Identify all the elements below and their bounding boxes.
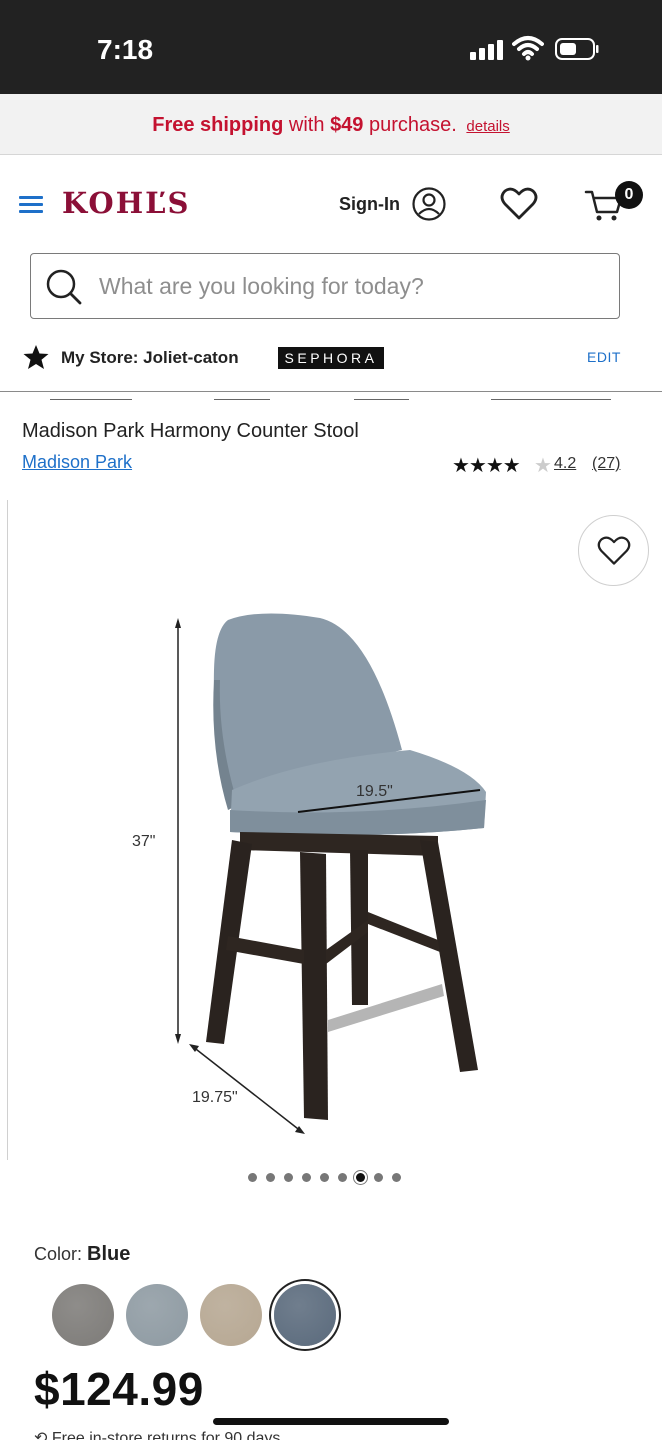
color-swatch-light-blue[interactable]: [126, 1284, 188, 1346]
breadcrumb-item[interactable]: [354, 392, 409, 400]
returns-info: ⟲ Free in-store returns for 90 days: [34, 1428, 280, 1440]
promo-free-shipping: Free shipping: [152, 114, 284, 136]
gallery-dot[interactable]: [392, 1173, 401, 1182]
review-count[interactable]: (27): [592, 455, 620, 473]
wifi-icon: [512, 36, 544, 61]
gallery-dot[interactable]: [374, 1173, 383, 1182]
search-input[interactable]: [99, 266, 599, 306]
star-icon: [23, 345, 49, 369]
gallery-dot[interactable]: [320, 1173, 329, 1182]
returns-text: Free in-store returns for 90 days: [51, 1430, 281, 1440]
menu-icon[interactable]: [19, 196, 43, 214]
returns-icon: ⟲: [34, 1430, 52, 1440]
brand-link[interactable]: Madison Park: [22, 452, 132, 473]
site-header: KOHĽS Sign-In 0: [0, 156, 662, 252]
gallery-dot[interactable]: [248, 1173, 257, 1182]
depth-dimension: 19.75": [192, 1089, 238, 1106]
color-swatch-blue[interactable]: [274, 1284, 336, 1346]
store-edit-link[interactable]: EDIT: [587, 349, 621, 365]
color-swatch-tan[interactable]: [200, 1284, 262, 1346]
product-title: Madison Park Harmony Counter Stool: [22, 420, 359, 442]
product-rating[interactable]: ★★★★ ★ 4.2 (27): [452, 453, 642, 477]
battery-icon: [555, 38, 599, 60]
promo-purchase: purchase.: [369, 114, 457, 136]
rating-stars: ★★★★: [452, 455, 521, 477]
gallery-dot-active[interactable]: [356, 1173, 365, 1182]
gallery-frame: [0, 500, 8, 1160]
seat-width-dimension: 19.5": [356, 783, 393, 800]
breadcrumb-item[interactable]: [50, 392, 132, 400]
sephora-logo[interactable]: SEPHORA: [278, 347, 384, 369]
gallery-dot[interactable]: [302, 1173, 311, 1182]
status-time: 7:18: [97, 34, 154, 65]
promo-banner: Free shipping with $49 purchase. details: [0, 94, 662, 155]
color-label-text: Color:: [34, 1244, 83, 1264]
breadcrumb: [0, 392, 662, 400]
color-label: Color: Blue: [34, 1243, 130, 1266]
wishlist-heart-icon[interactable]: [500, 187, 538, 221]
promo-details-link[interactable]: details: [466, 118, 509, 135]
product-price: $124.99: [34, 1363, 204, 1415]
gallery-dot[interactable]: [266, 1173, 275, 1182]
rating-star-empty: ★: [534, 455, 552, 477]
heart-icon: [597, 536, 631, 565]
add-to-wishlist-button[interactable]: [578, 515, 649, 586]
product-image[interactable]: 37" 19.5" 19.75": [120, 600, 540, 1140]
signal-icon: [470, 40, 504, 60]
gallery-dot[interactable]: [284, 1173, 293, 1182]
sign-in-link[interactable]: Sign-In: [339, 194, 400, 215]
store-row: My Store: Joliet-caton SEPHORA EDIT: [0, 330, 662, 392]
promo-with: with: [288, 114, 325, 136]
gallery-pagination: [248, 1173, 408, 1183]
cart-count-badge: 0: [615, 181, 643, 209]
rating-value[interactable]: 4.2: [554, 455, 576, 473]
color-swatch-gray[interactable]: [52, 1284, 114, 1346]
breadcrumb-item[interactable]: [491, 392, 611, 400]
kohls-logo[interactable]: KOHĽS: [62, 186, 190, 220]
search-bar: [30, 253, 620, 319]
status-bar: 7:18: [0, 0, 662, 94]
my-store-label[interactable]: My Store: Joliet-caton: [61, 348, 239, 368]
height-dimension: 37": [132, 833, 155, 850]
home-indicator[interactable]: [213, 1418, 449, 1425]
breadcrumb-item[interactable]: [214, 392, 270, 400]
gallery-dot[interactable]: [338, 1173, 347, 1182]
user-icon[interactable]: [412, 187, 446, 221]
search-icon[interactable]: [45, 268, 83, 306]
promo-amount: $49: [330, 114, 364, 136]
selected-color: Blue: [87, 1243, 131, 1265]
